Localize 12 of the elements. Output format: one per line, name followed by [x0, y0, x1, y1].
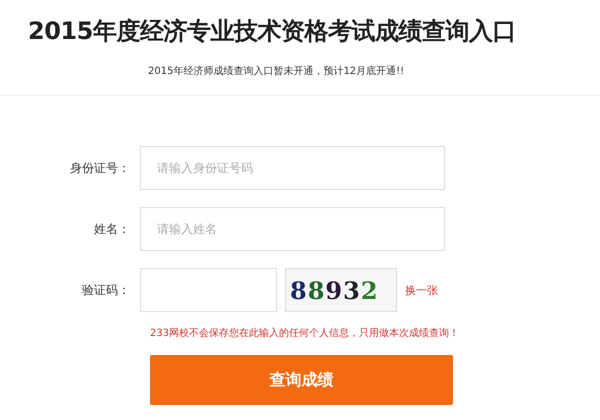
- page-title: 2015年度经济专业技术资格考试成绩查询入口: [28, 16, 517, 47]
- field-label: 姓名：: [93, 220, 131, 238]
- field-label: 身份证号：: [69, 160, 131, 176]
- input-field[interactable]: 请输入姓名: [140, 207, 445, 251]
- captcha-field[interactable]: [140, 268, 277, 312]
- field-label: 验证码：: [81, 282, 131, 298]
- captcha-image: 88932: [285, 268, 397, 312]
- notice-text: 2015年经济师成绩查询入口暂未开通，预计12月底开通!!: [148, 64, 406, 78]
- input-field[interactable]: 请输入身份证号码: [140, 146, 445, 190]
- submit-button[interactable]: 查询成绩: [150, 355, 453, 405]
- privacy-note: 233网校不会保存您在此输入的任何个人信息，只用做本次成绩查询！: [150, 326, 460, 340]
- refresh-link[interactable]: 换一张: [405, 282, 438, 298]
